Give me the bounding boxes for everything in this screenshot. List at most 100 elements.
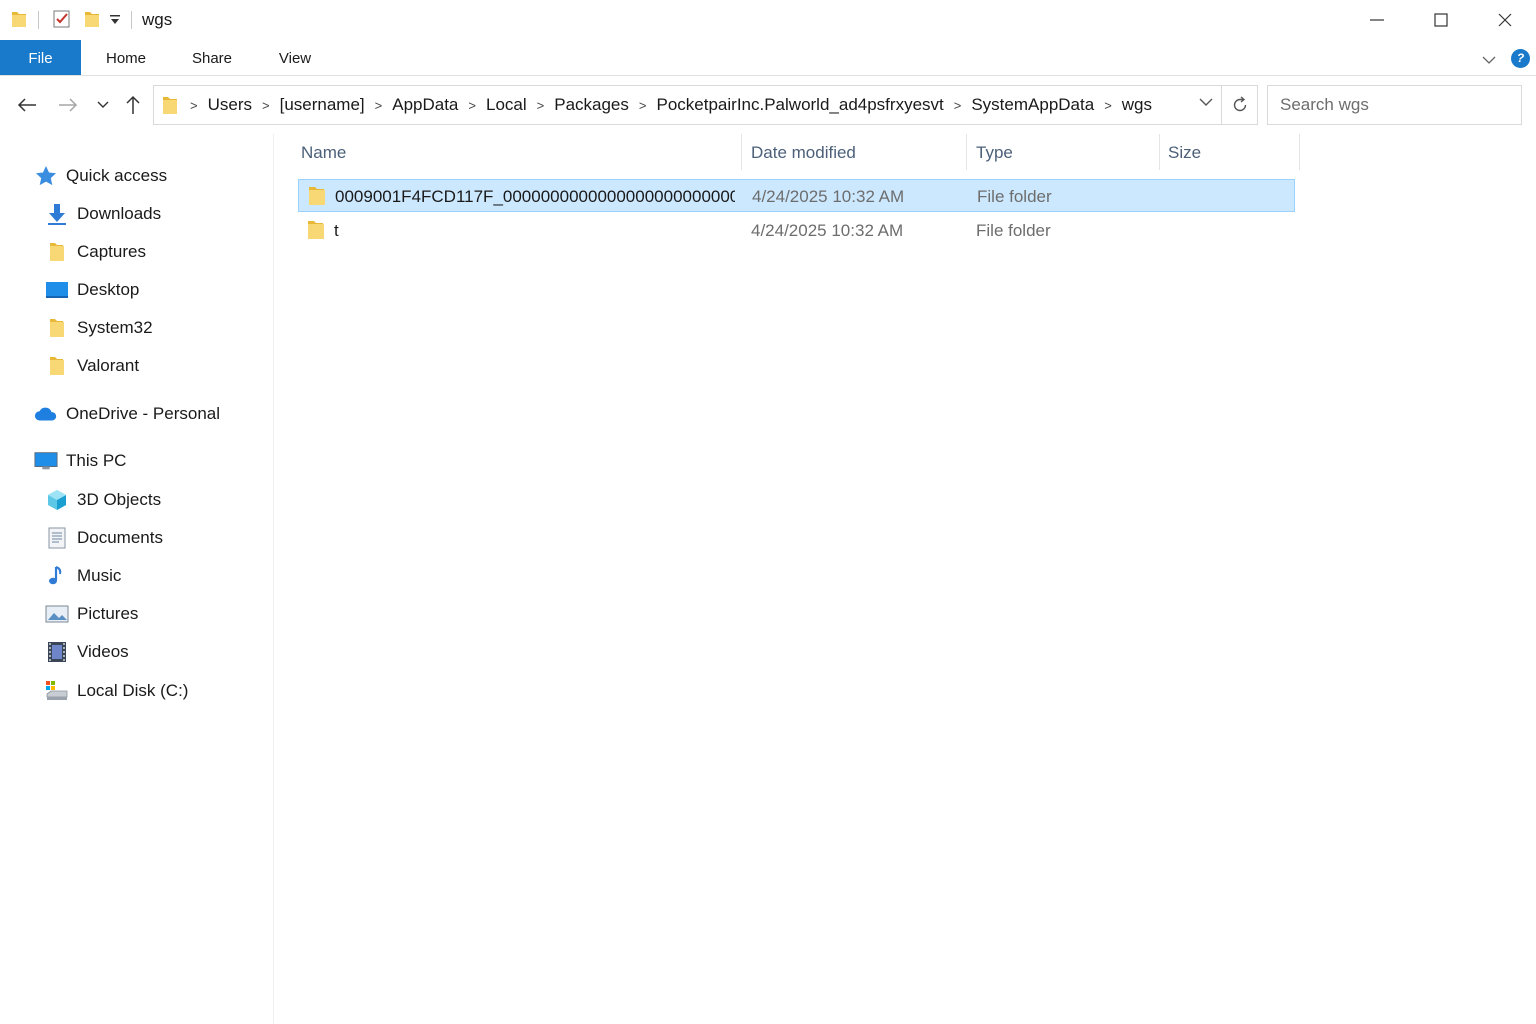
breadcrumb-separator[interactable]: > <box>468 98 476 113</box>
music-note-icon <box>45 564 69 588</box>
sidebar-item-label: Quick access <box>66 166 168 185</box>
arrow-left-icon <box>17 98 36 112</box>
breadcrumb-wgs[interactable]: wgs <box>1122 95 1152 115</box>
forward-button[interactable] <box>53 92 83 118</box>
cube-icon <box>45 488 69 512</box>
sidebar-item-captures[interactable]: Captures <box>45 235 146 269</box>
sidebar-item-quick-access[interactable]: Quick access <box>34 159 167 193</box>
folder-icon <box>161 94 179 121</box>
window-title: wgs <box>142 10 173 29</box>
film-icon <box>45 640 69 664</box>
search-box[interactable] <box>1267 85 1522 125</box>
sidebar-item-onedrive[interactable]: OneDrive - Personal <box>34 397 220 431</box>
sidebar-item-3d-objects[interactable]: 3D Objects <box>45 483 161 517</box>
close-button[interactable] <box>1473 0 1536 40</box>
column-header-type[interactable]: Type <box>967 134 1159 172</box>
close-icon <box>1498 13 1512 27</box>
breadcrumb-palworld[interactable]: PocketpairInc.Palworld_ad4psfrxyesvt <box>657 95 944 115</box>
desktop-icon <box>45 278 69 302</box>
file-name: t <box>334 221 339 240</box>
breadcrumb-separator[interactable]: > <box>1104 98 1112 113</box>
sidebar-item-music[interactable]: Music <box>45 559 121 593</box>
minimize-button[interactable] <box>1345 0 1409 40</box>
customize-qat-icon[interactable] <box>109 13 121 31</box>
sidebar-item-label: Documents <box>77 528 163 547</box>
folder-icon <box>306 219 326 246</box>
breadcrumb-packages[interactable]: Packages <box>554 95 629 115</box>
sidebar-item-pictures[interactable]: Pictures <box>45 597 138 631</box>
sidebar-item-this-pc[interactable]: This PC <box>34 444 126 478</box>
sidebar-item-label: Desktop <box>77 280 140 299</box>
properties-icon[interactable] <box>52 9 72 34</box>
sidebar-item-label: Local Disk (C:) <box>77 681 189 700</box>
folder-icon <box>45 316 69 340</box>
sidebar-item-label: Downloads <box>77 204 162 223</box>
breadcrumb-username[interactable]: [username] <box>280 95 365 115</box>
breadcrumb-separator[interactable]: > <box>537 98 545 113</box>
breadcrumb-separator[interactable]: > <box>954 98 962 113</box>
sidebar-item-desktop[interactable]: Desktop <box>45 273 139 307</box>
column-header-size[interactable]: Size <box>1159 134 1299 172</box>
sidebar-item-downloads[interactable]: Downloads <box>45 197 161 231</box>
folder-icon <box>10 9 28 34</box>
file-date-modified: 4/24/2025 10:32 AM <box>752 187 905 206</box>
computer-icon <box>34 449 58 473</box>
breadcrumb-separator[interactable]: > <box>639 98 647 113</box>
folder-icon <box>307 185 327 212</box>
ribbon-tabs: File Home Share View ? <box>0 40 1536 76</box>
sidebar-item-system32[interactable]: System32 <box>45 311 153 345</box>
file-date-modified: 4/24/2025 10:32 AM <box>751 221 904 240</box>
sidebar-item-documents[interactable]: Documents <box>45 521 163 555</box>
sidebar-item-label: Pictures <box>77 604 139 623</box>
breadcrumb-users[interactable]: Users <box>208 95 252 115</box>
search-input[interactable] <box>1268 86 1521 124</box>
breadcrumb-separator[interactable]: > <box>375 98 383 113</box>
arrow-right-icon <box>59 98 78 112</box>
document-icon <box>45 526 69 550</box>
breadcrumb-systemappdata[interactable]: SystemAppData <box>971 95 1094 115</box>
file-name: 0009001F4FCD117F_00000000000000000000000… <box>335 187 735 206</box>
table-row[interactable]: t 4/24/2025 10:32 AM File folder <box>298 214 1295 247</box>
column-header-name[interactable]: Name <box>292 134 742 172</box>
new-folder-icon[interactable] <box>83 9 101 34</box>
recent-locations-button[interactable] <box>88 92 118 118</box>
tab-share[interactable]: Share <box>178 40 246 75</box>
drive-icon <box>45 679 69 703</box>
sidebar-item-label: 3D Objects <box>77 490 162 509</box>
navigation-pane: Quick access Downloads Captures Desktop … <box>0 134 274 1024</box>
help-button[interactable]: ? <box>1511 49 1530 68</box>
back-button[interactable] <box>12 92 42 118</box>
maximize-button[interactable] <box>1409 0 1473 40</box>
file-type: File folder <box>976 221 1051 240</box>
breadcrumb: > Users > [username] > AppData > Local >… <box>190 86 1152 124</box>
tab-home[interactable]: Home <box>90 40 162 75</box>
address-dropdown-icon[interactable] <box>1199 94 1213 112</box>
breadcrumb-separator[interactable]: > <box>262 98 270 113</box>
tab-file[interactable]: File <box>0 40 81 75</box>
sidebar-item-label: Videos <box>77 642 129 661</box>
breadcrumb-local[interactable]: Local <box>486 95 527 115</box>
refresh-icon <box>1233 96 1246 112</box>
breadcrumb-appdata[interactable]: AppData <box>392 95 458 115</box>
cloud-icon <box>34 402 58 426</box>
address-bar[interactable]: > Users > [username] > AppData > Local >… <box>153 85 1222 125</box>
breadcrumb-separator[interactable]: > <box>190 98 198 113</box>
sidebar-item-label: Music <box>77 566 122 585</box>
expand-ribbon-icon[interactable] <box>1482 52 1496 70</box>
sidebar-item-valorant[interactable]: Valorant <box>45 349 139 383</box>
title-bar: wgs <box>0 0 1536 40</box>
chevron-down-icon <box>97 101 109 108</box>
file-list: Name Date modified Type Size 0009001F4FC… <box>275 134 1536 1024</box>
navigation-bar: > Users > [username] > AppData > Local >… <box>0 76 1536 134</box>
sidebar-item-local-disk[interactable]: Local Disk (C:) <box>45 674 188 708</box>
sidebar-item-label: Valorant <box>77 356 140 375</box>
column-divider[interactable] <box>1299 134 1300 170</box>
maximize-icon <box>1434 13 1448 27</box>
refresh-button[interactable] <box>1222 85 1258 125</box>
up-button[interactable] <box>118 92 148 118</box>
table-row[interactable]: 0009001F4FCD117F_00000000000000000000000… <box>298 179 1295 212</box>
sidebar-item-videos[interactable]: Videos <box>45 635 129 669</box>
column-header-date-modified[interactable]: Date modified <box>742 134 966 172</box>
folder-icon <box>45 240 69 264</box>
tab-view[interactable]: View <box>264 40 326 75</box>
